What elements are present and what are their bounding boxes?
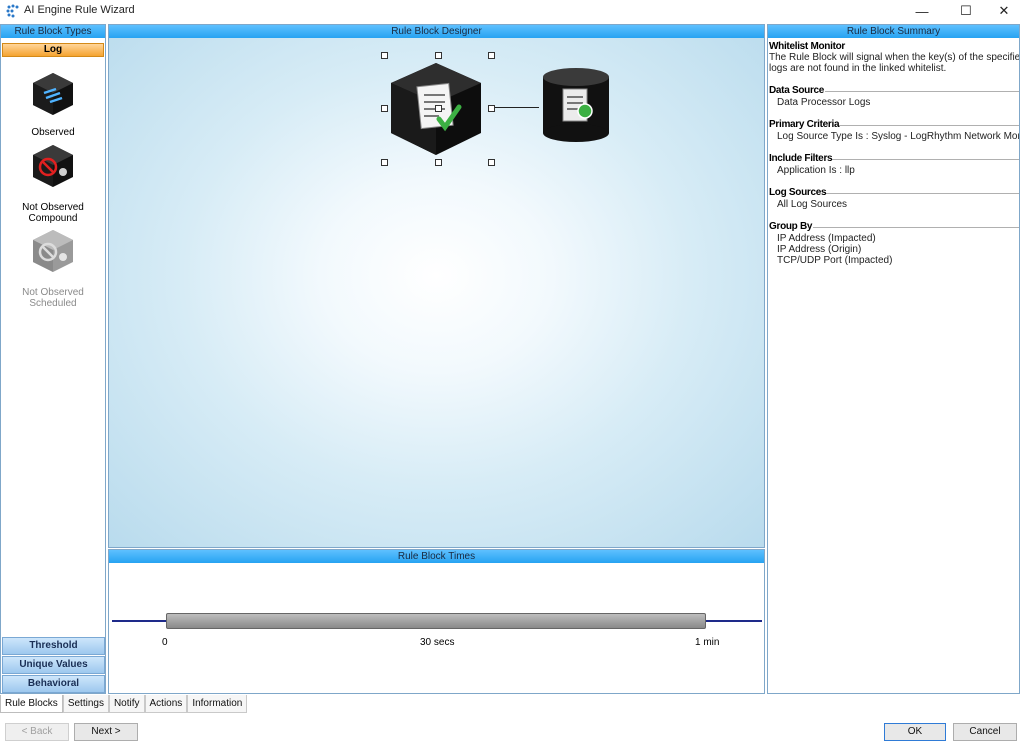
summary-section-line: logs are not found in the linked whiteli…: [769, 63, 947, 74]
minimize-button[interactable]: —: [904, 0, 940, 22]
summary-section-whitelist-monitor: Whitelist Monitor The Rule Block will si…: [768, 41, 1019, 74]
selection-handle-bottom-right[interactable]: [488, 159, 495, 166]
window-title: AI Engine Rule Wizard: [24, 4, 135, 16]
tab-settings[interactable]: Settings: [62, 695, 109, 713]
cancel-button[interactable]: Cancel: [953, 723, 1017, 741]
rule-block-summary-panel: Rule Block Summary Whitelist Monitor The…: [767, 24, 1020, 694]
selection-handle-middle-left[interactable]: [381, 105, 388, 112]
time-window-bar[interactable]: [166, 613, 706, 629]
app-logo-icon: [6, 4, 19, 18]
summary-section-title: Whitelist Monitor: [769, 41, 845, 52]
selection-handle-center[interactable]: [435, 105, 442, 112]
behavioral-group-tab[interactable]: Behavioral: [2, 675, 105, 693]
tab-actions[interactable]: Actions: [144, 695, 188, 713]
summary-section-primary-criteria: Primary Criteria Log Source Type Is : Sy…: [768, 119, 1019, 142]
threshold-group-tab[interactable]: Threshold: [2, 637, 105, 655]
block-connector-line: [495, 107, 539, 108]
selection-handle-top-left[interactable]: [381, 52, 388, 59]
rule-block-times-header: Rule Block Times: [109, 550, 764, 563]
selection-handle-bottom-left[interactable]: [381, 159, 388, 166]
close-button[interactable]: ✕: [986, 0, 1022, 22]
tab-rule-blocks[interactable]: Rule Blocks: [0, 695, 63, 713]
tab-notify[interactable]: Notify: [108, 695, 145, 713]
wizard-tab-strip: Rule Blocks Settings Notify Actions Info…: [0, 695, 248, 713]
rule-block-summary-header: Rule Block Summary: [768, 25, 1019, 38]
selection-handle-top-center[interactable]: [435, 52, 442, 59]
block-type-not-observed-compound-label[interactable]: Not Observed Compound: [1, 202, 105, 224]
rule-block-types-panel: Rule Block Types Log Observed Not Observ…: [0, 24, 106, 694]
rule-block-times-panel: Rule Block Times 0 30 secs 1 min: [108, 549, 765, 694]
rule-block-designer-header: Rule Block Designer: [109, 25, 764, 38]
summary-section-line: The Rule Block will signal when the key(…: [769, 52, 1020, 63]
selection-handle-top-right[interactable]: [488, 52, 495, 59]
block-type-observed-label[interactable]: Observed: [1, 127, 105, 138]
whitelist-database-icon[interactable]: [541, 67, 611, 143]
summary-section-line: Data Processor Logs: [777, 97, 871, 108]
summary-section-line: IP Address (Origin): [777, 244, 862, 255]
timeline-tick-middle: 30 secs: [420, 637, 455, 648]
summary-section-line: IP Address (Impacted): [777, 233, 876, 244]
summary-section-line: All Log Sources: [777, 199, 848, 210]
selection-handle-bottom-center[interactable]: [435, 159, 442, 166]
summary-section-group-by: Group By IP Address (Impacted) IP Addres…: [768, 221, 1019, 266]
summary-section-include-filters: Include Filters Application Is : llp: [768, 153, 1019, 176]
next-button[interactable]: Next >: [74, 723, 138, 741]
ok-button[interactable]: OK: [884, 723, 946, 741]
unique-values-group-tab[interactable]: Unique Values: [2, 656, 105, 674]
summary-section-line: TCP/UDP Port (Impacted): [777, 255, 893, 266]
selection-handle-middle-right[interactable]: [488, 105, 495, 112]
back-button[interactable]: < Back: [5, 723, 69, 741]
title-bar: AI Engine Rule Wizard — ☐ ✕: [0, 0, 1024, 22]
tab-information[interactable]: Information: [187, 695, 248, 713]
rule-block-types-header: Rule Block Types: [1, 25, 105, 38]
timeline-tick-start: 0: [162, 637, 168, 648]
block-type-not-observed-scheduled-label[interactable]: Not Observed Scheduled: [1, 287, 105, 309]
summary-section-line: Log Source Type Is : Syslog - LogRhythm …: [777, 131, 1020, 142]
maximize-button[interactable]: ☐: [948, 0, 984, 22]
not-observed-scheduled-cube-icon[interactable]: [30, 228, 76, 274]
summary-section-line: Application Is : llp: [777, 165, 855, 176]
summary-section-data-source: Data Source Data Processor Logs: [768, 85, 1019, 108]
summary-section-log-sources: Log Sources All Log Sources: [768, 187, 1019, 210]
not-observed-compound-cube-icon[interactable]: [30, 143, 76, 189]
log-group-tab[interactable]: Log: [2, 43, 104, 57]
observed-cube-icon[interactable]: [30, 71, 76, 117]
timeline-tick-end: 1 min: [695, 637, 720, 648]
rule-block-designer-canvas[interactable]: Rule Block Designer: [108, 24, 765, 548]
